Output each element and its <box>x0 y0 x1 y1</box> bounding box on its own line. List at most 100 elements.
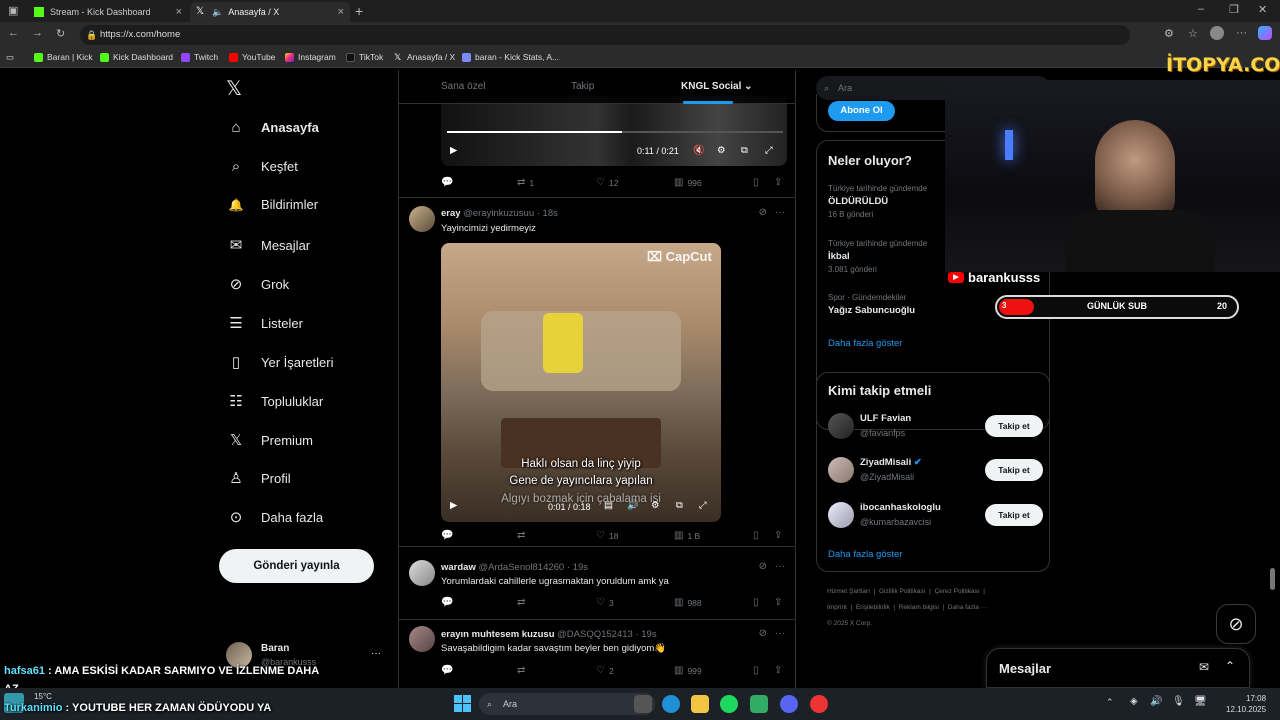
repost-button[interactable]: ⇄ <box>517 530 529 541</box>
reply-button[interactable]: 💬 <box>441 530 457 541</box>
repost-button[interactable]: ⇄ <box>517 597 529 608</box>
show-more-link[interactable]: Daha fazla göster <box>828 549 902 560</box>
url-field[interactable]: 🔒 https://x.com/home <box>80 25 1130 45</box>
repost-button[interactable]: ⇄ <box>517 665 529 676</box>
tab-x-home[interactable]: 𝕏 🔈 Anasayfa / X × <box>190 2 350 22</box>
share-button[interactable]: ⇪ <box>774 530 786 541</box>
tab-kngl-social[interactable]: KNGL Social ⌄ <box>681 81 753 92</box>
footer-link[interactable]: Reklam bilgisi <box>899 604 939 611</box>
bookmark-kick-dashboard[interactable]: Kick Dashboard <box>100 52 173 62</box>
speaker-icon[interactable]: 🔈 <box>212 7 223 18</box>
reply-button[interactable]: 💬 <box>441 177 457 188</box>
tray-chevron-icon[interactable]: ⌃ <box>1106 697 1114 708</box>
copilot-icon[interactable] <box>1258 26 1272 40</box>
nav-item-home[interactable]: ⌂ Anasayfa <box>226 119 318 136</box>
grok-floating-button[interactable]: ⊘ <box>1216 604 1256 644</box>
nav-item-more[interactable]: ⊙ Daha fazla <box>226 508 323 526</box>
app-icon[interactable] <box>750 695 768 713</box>
video-progress-track[interactable] <box>447 131 783 133</box>
views-button[interactable]: ▥ 1 B <box>674 530 700 541</box>
expand-icon[interactable]: ⌃ <box>1225 659 1235 673</box>
tab-actions-icon[interactable]: ▣ <box>8 4 18 17</box>
tweet-author[interactable]: erayın muhtesem kuzusu <box>441 629 555 640</box>
avatar[interactable] <box>409 626 435 652</box>
bookmark-kick-stats[interactable]: baran - Kick Stats, A... <box>462 52 559 62</box>
messages-drawer[interactable]: Mesajlar ✉ ⌃ <box>986 648 1250 688</box>
like-button[interactable]: ♡ 3 <box>596 597 614 608</box>
favorites-icon[interactable]: ☆ <box>1188 27 1198 40</box>
video-player[interactable]: ▶ 0:11 / 0:21 🔇 ⚙ ⧉ ⤢ <box>441 96 787 166</box>
settings-icon[interactable]: ⚙ <box>651 500 660 511</box>
bookmark-button[interactable]: ▯ <box>753 177 763 188</box>
nav-item-bookmarks[interactable]: ▯ Yer İşaretleri <box>226 353 334 371</box>
follow-button[interactable]: Takip et <box>985 459 1043 481</box>
fullscreen-icon[interactable]: ⤢ <box>765 145 773 156</box>
tweet-author[interactable]: wardaw <box>441 562 476 573</box>
post-button[interactable]: Gönderi yayınla <box>219 549 374 583</box>
grok-icon[interactable]: ⊘ <box>759 628 767 639</box>
extensions-icon[interactable]: ⚙ <box>1164 27 1174 40</box>
views-button[interactable]: ▥ 999 <box>674 665 702 676</box>
follow-button[interactable]: Takip et <box>985 504 1043 526</box>
tab-following[interactable]: Takip <box>571 81 594 92</box>
tweet-author[interactable]: eray <box>441 208 461 219</box>
follow-suggestion[interactable]: ULF Favian @favianfps Takip et <box>828 411 1043 441</box>
share-button[interactable]: ⇪ <box>774 665 786 676</box>
video-player[interactable]: ⌧ CapCut Haklı olsan da linç yiyip Gene … <box>441 243 721 522</box>
minimize-icon[interactable]: – <box>1198 3 1204 15</box>
start-icon[interactable] <box>454 695 472 713</box>
bookmark-instagram[interactable]: Instagram <box>285 52 336 62</box>
edge-icon[interactable] <box>662 695 680 713</box>
bookmark-tiktok[interactable]: TikTok <box>346 52 383 62</box>
reply-button[interactable]: 💬 <box>441 665 457 676</box>
explorer-icon[interactable] <box>691 695 709 713</box>
footer-link[interactable]: Daha fazla ··· <box>948 604 987 611</box>
reload-icon[interactable]: ↻ <box>56 27 65 40</box>
like-button[interactable]: ♡ 18 <box>596 530 618 541</box>
settings-icon[interactable]: ⚙ <box>717 145 726 156</box>
nav-item-grok[interactable]: ⊘ Grok <box>226 275 289 293</box>
views-button[interactable]: ▥ 988 <box>674 597 702 608</box>
avatar[interactable] <box>409 560 435 586</box>
discord-icon[interactable] <box>780 695 798 713</box>
bookmark-button[interactable]: ▯ <box>753 597 763 608</box>
nav-item-communities[interactable]: ☷ Topluluklar <box>226 392 323 410</box>
tab-for-you[interactable]: Sana özel <box>441 81 485 92</box>
page-scrollbar[interactable] <box>1270 568 1275 590</box>
bookmark-toggle-icon[interactable]: ▭ <box>6 52 14 63</box>
mute-icon[interactable]: 🔇 <box>693 145 705 156</box>
bookmark-button[interactable]: ▯ <box>753 665 763 676</box>
play-icon[interactable]: ▶ <box>450 145 457 156</box>
like-button[interactable]: ♡ 2 <box>596 665 614 676</box>
window-close-icon[interactable]: ✕ <box>1258 3 1267 16</box>
tray-app-icon[interactable]: ◈ <box>1130 696 1138 707</box>
more-icon[interactable]: ··· <box>775 207 785 218</box>
pip-icon[interactable]: ⧉ <box>676 500 683 511</box>
obs-icon[interactable] <box>810 695 828 713</box>
show-more-link[interactable]: Daha fazla göster <box>828 338 902 349</box>
close-icon[interactable]: × <box>338 6 344 18</box>
nav-item-premium[interactable]: 𝕏 Premium <box>226 431 313 449</box>
nav-item-messages[interactable]: ✉ Mesajlar <box>226 236 310 254</box>
spotify-icon[interactable] <box>720 695 738 713</box>
grok-icon[interactable]: ⊘ <box>759 207 767 218</box>
footer-link[interactable]: Hizmet Şartları <box>827 588 870 595</box>
pip-icon[interactable]: ⧉ <box>741 145 748 156</box>
footer-link[interactable]: Erişilebilirlik <box>856 604 890 611</box>
follow-suggestion[interactable]: ZiyadMisali ✔ @ZiyadMisali Takip et <box>828 455 1043 485</box>
x-logo-icon[interactable]: 𝕏 <box>226 76 242 101</box>
bookmark-button[interactable]: ▯ <box>753 530 763 541</box>
new-message-icon[interactable]: ✉ <box>1199 660 1209 674</box>
tweet[interactable]: wardaw @ArdaSenol814260 · 19s ⊘ ··· Yoru… <box>399 554 795 620</box>
bookmark-youtube[interactable]: YouTube <box>229 52 275 62</box>
grok-icon[interactable]: ⊘ <box>759 561 767 572</box>
more-icon[interactable]: ··· <box>775 628 785 639</box>
mic-icon[interactable]: 🎙 <box>1172 696 1185 707</box>
footer-link[interactable]: Çerez Politikası <box>934 588 979 595</box>
share-button[interactable]: ⇪ <box>774 597 786 608</box>
maximize-icon[interactable]: ❐ <box>1229 3 1239 16</box>
repost-button[interactable]: ⇄ 1 <box>517 177 534 188</box>
tweet[interactable]: erayın muhtesem kuzusu @DASQQ152413 · 19… <box>399 620 795 690</box>
back-icon[interactable]: ← <box>8 27 19 39</box>
follow-button[interactable]: Takip et <box>985 415 1043 437</box>
